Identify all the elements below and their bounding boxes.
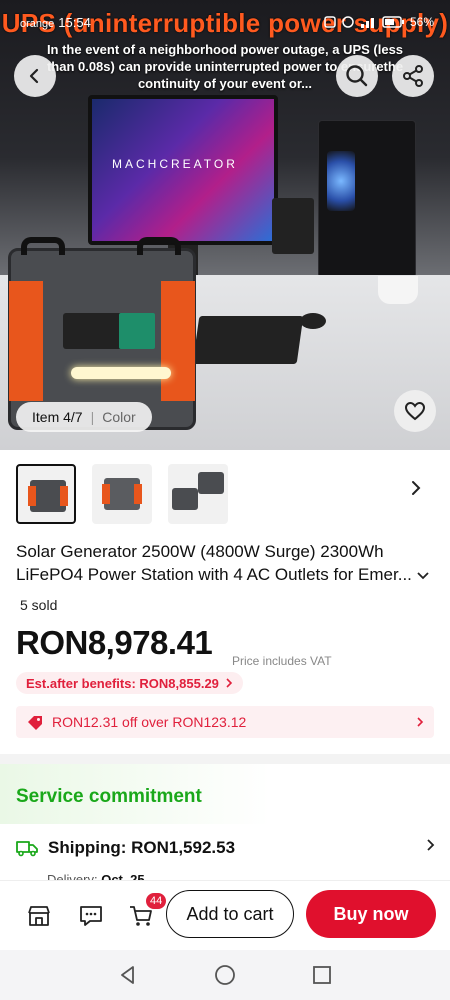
chevron-right-icon	[427, 839, 435, 851]
shipping-row[interactable]: Shipping: RON1,592.53	[16, 838, 235, 858]
hero-pc-tower	[318, 120, 416, 278]
nav-recents-icon[interactable]	[312, 965, 332, 985]
thumbnail-image-detail	[134, 484, 142, 504]
thumbnail-image	[198, 472, 224, 494]
benefit-price-badge[interactable]: Est.after benefits: RON8,855.29	[16, 672, 243, 694]
shipping-text: Shipping: RON1,592.53	[48, 838, 236, 857]
heart-icon	[404, 401, 426, 421]
pc-glow	[327, 151, 355, 211]
service-commitment-header: Service commitment	[0, 764, 450, 824]
thumbnails-more-button[interactable]	[408, 480, 424, 501]
section-divider	[0, 754, 450, 764]
product-price: RON8,978.41	[16, 624, 213, 661]
hero-monitor: MACHCREATOR	[88, 95, 278, 245]
product-title[interactable]: Solar Generator 2500W (4800W Surge) 2300…	[16, 540, 436, 586]
wishlist-button[interactable]	[394, 390, 436, 432]
sold-count: 5 sold	[20, 597, 58, 613]
thumbnail-image-detail	[102, 484, 110, 504]
generator-handle	[21, 237, 65, 255]
coupon-text: RON12.31 off over RON123.12	[52, 714, 247, 730]
generator-side-panel	[161, 281, 195, 401]
thumbnail-image	[172, 488, 198, 510]
share-icon	[403, 65, 423, 87]
chat-button[interactable]	[78, 903, 104, 934]
thumbnail-strip	[16, 464, 228, 524]
product-hero-image[interactable]: MACHCREATOR UPS (uninterruptible power s…	[0, 0, 450, 450]
carrier-label: orange	[20, 17, 55, 30]
generator-side-panel	[9, 281, 43, 401]
truck-icon	[16, 841, 38, 857]
signal-icon	[360, 18, 374, 28]
share-button[interactable]	[392, 55, 434, 97]
thumbnail-3[interactable]	[168, 464, 228, 524]
search-button[interactable]	[336, 55, 378, 97]
chevron-left-icon	[29, 68, 39, 84]
thumbnail-image-detail	[60, 486, 68, 506]
product-title-line1: Solar Generator 2500W (4800W Surge) 2300…	[16, 542, 384, 561]
chevron-right-icon	[226, 678, 233, 688]
coupon-bar[interactable]: RON12.31 off over RON123.12	[16, 706, 434, 738]
nav-home-icon[interactable]	[214, 964, 236, 986]
generator-light	[71, 367, 171, 379]
product-title-line2: LiFePO4 Power Station with 4 AC Outlets …	[16, 565, 412, 584]
monitor-brand-text: MACHCREATOR	[112, 157, 238, 171]
chevron-right-icon	[417, 717, 424, 727]
add-to-cart-button[interactable]: Add to cart	[166, 890, 294, 938]
vat-note: Price includes VAT	[232, 654, 332, 668]
generator-handle	[137, 237, 181, 255]
item-count: Item 4/7	[32, 409, 83, 425]
hero-mouse	[300, 313, 326, 329]
status-bar: orange 15:54 56%	[20, 12, 434, 32]
item-indicator[interactable]: Item 4/7 | Color	[16, 402, 152, 432]
alarm-icon	[342, 16, 354, 28]
back-button[interactable]	[14, 55, 56, 97]
generator-display	[119, 313, 155, 349]
battery-icon	[382, 16, 404, 28]
chevron-down-icon[interactable]	[416, 568, 430, 582]
system-navigation-bar	[0, 950, 450, 1000]
store-icon	[28, 906, 50, 926]
nav-back-icon[interactable]	[118, 965, 138, 985]
pill-separator: |	[90, 409, 95, 425]
color-label: Color	[102, 409, 136, 425]
thumbnail-1[interactable]	[16, 464, 76, 524]
cart-count-badge: 44	[145, 892, 168, 910]
hero-cup	[378, 276, 418, 304]
chat-icon	[80, 906, 102, 926]
thumbnail-image-detail	[28, 486, 36, 506]
tag-icon	[28, 716, 42, 730]
battery-percent: 56%	[409, 15, 434, 29]
shipping-more-button[interactable]	[426, 838, 436, 857]
service-title: Service commitment	[16, 786, 202, 807]
nfc-icon	[324, 16, 336, 28]
store-button[interactable]	[26, 903, 52, 934]
search-icon	[346, 65, 368, 87]
banner-text: In the event of a neighborhood power out…	[46, 42, 404, 91]
thumbnail-2[interactable]	[92, 464, 152, 524]
hero-speaker	[272, 198, 314, 254]
benefit-text: Est.after benefits: RON8,855.29	[26, 675, 219, 691]
buy-now-button[interactable]: Buy now	[306, 890, 436, 938]
chevron-right-icon	[412, 481, 421, 495]
hero-keyboard	[192, 316, 304, 364]
status-time: 15:54	[58, 14, 91, 30]
